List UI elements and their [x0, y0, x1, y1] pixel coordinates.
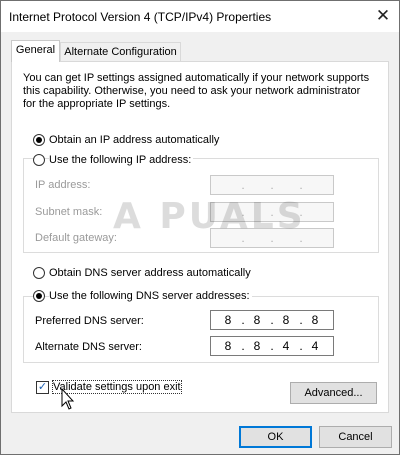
use-following-ip-radio[interactable]	[33, 154, 45, 166]
alternate-dns-label: Alternate DNS server:	[35, 341, 142, 353]
ip-address-label: IP address:	[35, 179, 91, 191]
default-gateway-label: Default gateway:	[35, 232, 117, 244]
dialog-window: Internet Protocol Version 4 (TCP/IPv4) P…	[0, 0, 400, 455]
close-icon[interactable]: ✕	[367, 1, 399, 32]
tab-alternate-configuration[interactable]: Alternate Configuration	[60, 42, 181, 62]
validate-settings-checkbox[interactable]: ✓	[36, 381, 49, 394]
ok-button[interactable]: OK	[239, 426, 312, 448]
use-following-dns-radio[interactable]	[33, 290, 45, 302]
use-following-dns-label[interactable]: Use the following DNS server addresses:	[49, 290, 252, 302]
advanced-button[interactable]: Advanced...	[290, 382, 377, 404]
obtain-ip-auto-label[interactable]: Obtain an IP address automatically	[49, 134, 222, 146]
tab-general[interactable]: General	[11, 40, 60, 62]
alternate-dns-octet-4: 4	[311, 339, 319, 353]
watermark-text: A PUALS	[113, 196, 306, 237]
title-bar[interactable]: Internet Protocol Version 4 (TCP/IPv4) P…	[1, 1, 399, 32]
ip-address-field[interactable]: ...	[210, 175, 334, 195]
preferred-dns-label: Preferred DNS server:	[35, 315, 144, 327]
window-title: Internet Protocol Version 4 (TCP/IPv4) P…	[9, 10, 272, 24]
obtain-dns-auto-label[interactable]: Obtain DNS server address automatically	[49, 267, 253, 279]
mouse-cursor-icon	[61, 388, 75, 410]
alternate-dns-field[interactable]: 8 . 8 . 4 . 4	[210, 336, 334, 356]
preferred-dns-field[interactable]: 8 . 8 . 8 . 8	[210, 310, 334, 330]
use-following-ip-label[interactable]: Use the following IP address:	[49, 154, 194, 166]
description-text: You can get IP settings assigned automat…	[23, 72, 370, 110]
subnet-mask-label: Subnet mask:	[35, 206, 103, 218]
preferred-dns-octet-4: 8	[311, 313, 319, 327]
cancel-button[interactable]: Cancel	[319, 426, 392, 448]
obtain-dns-auto-radio[interactable]	[33, 267, 45, 279]
obtain-ip-auto-radio[interactable]	[33, 134, 45, 146]
